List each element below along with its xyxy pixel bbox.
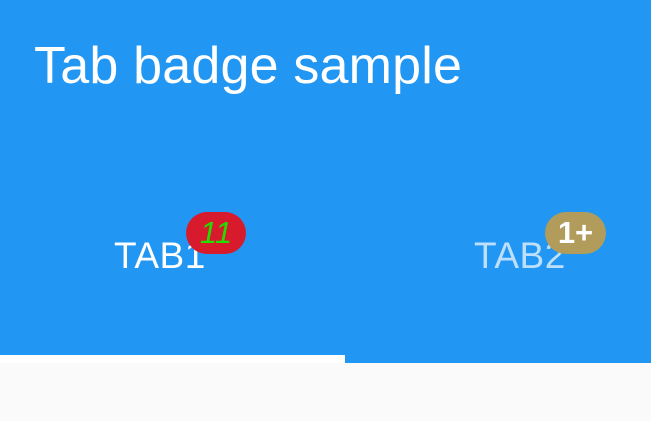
selected-tab-indicator [0,355,345,363]
tab-1[interactable]: TAB1 11 [0,200,345,320]
tab-2-badge: 1+ [545,212,606,254]
tab-1-badge: 11 [186,212,246,254]
page-title: Tab badge sample [34,37,463,95]
app-bar: Tab badge sample TAB1 11 TAB2 1+ [0,0,651,363]
tab-2[interactable]: TAB2 1+ [345,200,651,320]
